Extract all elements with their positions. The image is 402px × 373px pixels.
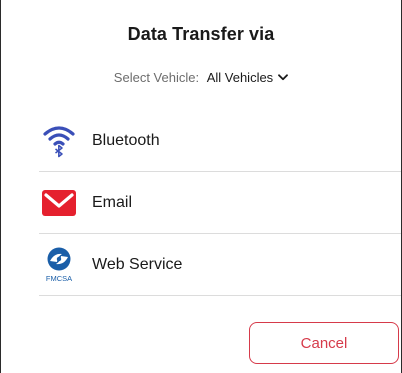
option-bluetooth-label: Bluetooth [92, 131, 160, 149]
svg-text:FMCSA: FMCSA [46, 274, 72, 283]
cancel-button[interactable]: Cancel [249, 322, 399, 364]
chevron-down-icon [278, 69, 289, 84]
vehicle-selector-row: Select Vehicle: All Vehicles [1, 69, 401, 85]
fmcsa-logo-icon: FMCSA [39, 245, 79, 285]
vehicle-selector-value: All Vehicles [206, 70, 274, 85]
transfer-options-list: Bluetooth Email FMCSA Web Service [39, 110, 401, 296]
email-icon [39, 183, 79, 223]
vehicle-selector-dropdown[interactable]: All Vehicles [206, 69, 289, 85]
data-transfer-dialog: Data Transfer via Select Vehicle: All Ve… [0, 0, 402, 373]
option-web-service[interactable]: FMCSA Web Service [39, 234, 401, 296]
dialog-title: Data Transfer via [127, 24, 275, 44]
option-email-label: Email [92, 193, 133, 211]
option-bluetooth[interactable]: Bluetooth [39, 110, 401, 172]
option-email[interactable]: Email [39, 172, 401, 234]
vehicle-selector-label: Select Vehicle: [113, 70, 200, 85]
option-web-service-label: Web Service [92, 255, 183, 273]
bluetooth-icon [39, 121, 79, 161]
cancel-button-label: Cancel [300, 334, 348, 352]
